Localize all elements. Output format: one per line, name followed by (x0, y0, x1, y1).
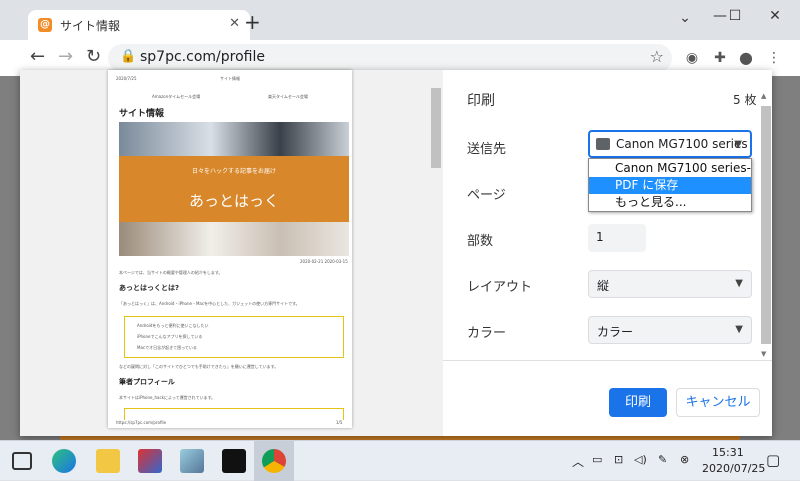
close-window-button[interactable]: ✕ (760, 8, 790, 24)
destination-label: 送信先 (467, 142, 507, 157)
profile-avatar-icon[interactable]: ● (736, 48, 756, 68)
pv-bullet-box: Androidをもっと便利に使いこなしたい iPhoneでこんなアプリを探してい… (124, 316, 344, 358)
pv-profile-box (124, 408, 344, 420)
pv-header-title: サイト情報 (220, 76, 240, 81)
pages-label: ページ (467, 188, 506, 203)
color-value: カラー (597, 325, 634, 339)
site-favicon-icon: @ (38, 18, 52, 32)
pv-bullet: iPhoneでこんなアプリを探している (137, 334, 203, 339)
pv-heading-about: あっとはっくとは? (119, 284, 180, 292)
scroll-down-icon[interactable]: ▼ (761, 350, 766, 358)
preview-scrollbar[interactable] (431, 88, 441, 168)
pv-purpose-text: などの疑問に対し「このサイトでひとつでも手助けできたら」を願いに運営しています。 (119, 364, 279, 369)
layout-select[interactable]: 縦 ▼ (588, 270, 752, 298)
destination-dropdown-list: Canon MG7100 series-3 PDF に保存 もっと見る... (588, 158, 752, 212)
task-view-icon[interactable] (12, 452, 32, 470)
destination-value: Canon MG7100 series (616, 137, 748, 151)
pv-bullet: Macでオ日念が起きて困っている (137, 345, 197, 350)
app-icon[interactable] (138, 449, 162, 473)
windows-taskbar: ︿ ▭ ⊡ ◁) ✎ ⊗ 15:31 2020/07/25 ▢ (0, 440, 800, 481)
layout-label: レイアウト (467, 280, 533, 295)
pv-footer-url: https://sp7pc.com/profile (116, 420, 167, 425)
pv-header-image (119, 122, 349, 156)
settings-scrollbar[interactable] (761, 106, 771, 344)
option-canon-printer[interactable]: Canon MG7100 series-3 (589, 160, 751, 192)
pv-desk-image (119, 222, 349, 256)
print-dialog: 2020/7/25 サイト情報 Amazonタイムセール会場 楽天タイムセール会… (20, 70, 772, 436)
pv-profile-text: 本サイトはiPhone_hackによって運営されています。 (119, 395, 216, 400)
color-select[interactable]: カラー ▼ (588, 316, 752, 344)
pv-nav-right: 楽天タイムセール会場 (268, 94, 308, 99)
pv-header-date: 2020/7/25 (116, 76, 137, 81)
sheet-count: 5 枚 (733, 93, 757, 107)
pen-icon[interactable]: ✎ (658, 453, 667, 466)
option-save-pdf[interactable]: PDF に保存 (589, 177, 751, 194)
extensions-icon[interactable]: ✚ (710, 48, 730, 68)
destination-select[interactable]: Canon MG7100 series ▼ (588, 130, 752, 158)
color-label: カラー (467, 326, 507, 341)
volume-icon[interactable]: ◁) (634, 453, 647, 466)
battery-icon[interactable]: ▭ (592, 453, 602, 466)
copies-label: 部数 (467, 234, 494, 249)
print-button[interactable]: 印刷 (609, 388, 667, 417)
pv-intro: 本ページでは、当サイトの概要や管理人の紹介をします。 (119, 270, 223, 275)
preview-page: 2020/7/25 サイト情報 Amazonタイムセール会場 楽天タイムセール会… (108, 70, 352, 428)
menu-icon[interactable]: ⋮ (764, 48, 784, 68)
pv-page-title: サイト情報 (119, 109, 165, 119)
forward-button[interactable]: → (58, 48, 73, 66)
divider (443, 360, 772, 361)
close-tab-icon[interactable]: ✕ (229, 16, 240, 31)
tab-title: サイト情報 (60, 19, 121, 33)
camera-icon[interactable]: ◉ (682, 48, 702, 68)
scroll-up-icon[interactable]: ▲ (761, 92, 766, 100)
printer-icon (596, 138, 610, 150)
pv-nav-left: Amazonタイムセール会場 (152, 94, 201, 99)
back-button[interactable]: ← (30, 48, 45, 66)
lock-icon: 🔒 (120, 49, 137, 64)
copies-input[interactable]: 1 (588, 224, 646, 252)
print-settings-panel: 印刷 5 枚 送信先 Canon MG7100 series ▼ ページ 部数 … (443, 70, 772, 436)
network-icon[interactable]: ⊡ (614, 453, 623, 466)
clock-time[interactable]: 15:31 (712, 446, 744, 459)
layout-value: 縦 (597, 279, 610, 293)
dropdown-arrow-icon: ▼ (734, 139, 742, 150)
pv-heading-profile: 筆者プロフィール (119, 378, 175, 386)
new-tab-button[interactable]: + (244, 12, 261, 32)
clock-date[interactable]: 2020/07/25 (702, 462, 765, 475)
tab-strip: @ サイト情報 ✕ + ⌄ — ☐ ✕ (0, 0, 800, 40)
reload-button[interactable]: ↻ (86, 48, 101, 66)
pv-bullet: Androidをもっと便利に使いこなしたい (137, 323, 209, 328)
browser-tab[interactable]: @ サイト情報 ✕ (28, 10, 250, 40)
notification-icon[interactable]: ▢ (766, 451, 780, 469)
pv-band-subtitle: 日々をハックする記事をお届け (191, 168, 276, 175)
pv-dates: 2020-02-21 2020-03-15 (300, 259, 348, 264)
dropdown-arrow-icon: ▼ (735, 324, 743, 335)
pv-footer-page: 1/5 (336, 420, 343, 425)
cancel-button[interactable]: キャンセル (676, 388, 760, 417)
tray-chevron-icon[interactable]: ︿ (572, 453, 584, 470)
address-bar[interactable]: 🔒 sp7pc.com/profile ☆ (108, 44, 672, 72)
tablet-app-icon[interactable] (180, 449, 204, 473)
bookmark-star-icon[interactable]: ☆ (650, 47, 664, 66)
print-preview: 2020/7/25 サイト情報 Amazonタイムセール会場 楽天タイムセール会… (20, 70, 443, 436)
print-title: 印刷 (467, 93, 495, 109)
terminal-icon[interactable] (222, 449, 246, 473)
file-explorer-icon[interactable] (96, 449, 120, 473)
pv-brand-band: 日々をハックする記事をお届け あっとはっく (119, 156, 349, 222)
tab-search-icon[interactable]: ⌄ (670, 10, 700, 26)
option-see-more[interactable]: もっと見る... (589, 194, 751, 211)
close-tray-icon[interactable]: ⊗ (680, 453, 689, 466)
pv-about-text: 「あっとはっく」は、Android・iPhone・Macを中心とした、ガジェット… (119, 301, 300, 306)
maximize-button[interactable]: ☐ (720, 8, 750, 24)
chrome-icon[interactable] (262, 449, 286, 473)
pv-band-title: あっとはっく (188, 192, 279, 210)
dropdown-arrow-icon: ▼ (735, 278, 743, 289)
url-text: sp7pc.com/profile (140, 49, 265, 65)
edge-icon[interactable] (52, 449, 76, 473)
